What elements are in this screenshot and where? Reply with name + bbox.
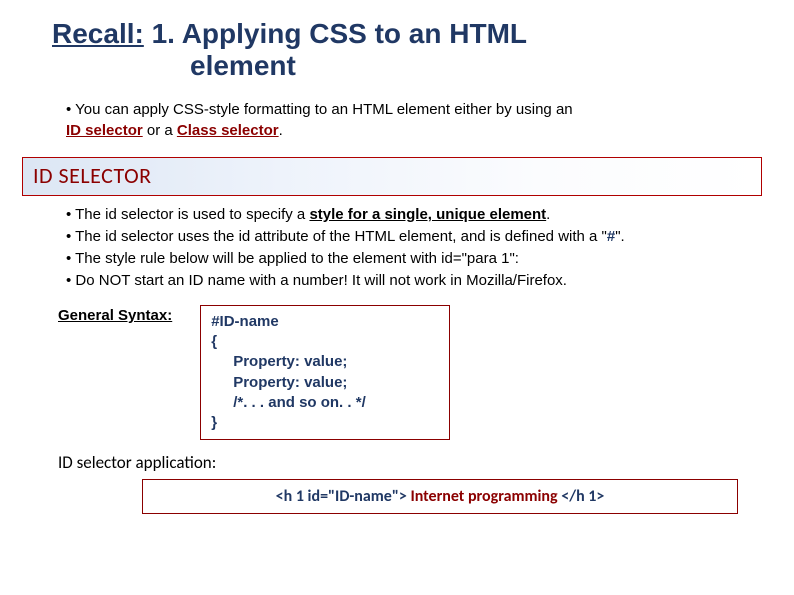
slide-content: Recall: 1. Applying CSS to an HTML eleme… [0, 0, 794, 532]
slide-title: Recall: 1. Applying CSS to an HTML eleme… [52, 18, 758, 82]
bullet-list: • The id selector is used to specify a s… [66, 204, 758, 291]
bullet-1: • The id selector is used to specify a s… [66, 204, 758, 225]
bullet-2: • The id selector uses the id attribute … [66, 226, 758, 247]
app-text: Internet programming [410, 487, 561, 506]
class-selector-emph: Class selector [177, 122, 279, 139]
bullet-4: • Do NOT start an ID name with a number!… [66, 270, 758, 291]
general-syntax-label: General Syntax: [58, 305, 172, 324]
app-tag-close: </h 1> [561, 487, 604, 506]
hash-symbol: # [607, 228, 615, 245]
syntax-line-5: /*. . . and so on. . */ [211, 393, 431, 413]
intro-mid: or a [143, 122, 177, 139]
syntax-line-1: #ID-name [211, 313, 279, 330]
intro-pre: • You can apply CSS-style formatting to … [66, 101, 573, 118]
application-label: ID selector application: [58, 452, 758, 473]
syntax-line-6: } [211, 414, 217, 431]
title-recall: Recall: [52, 18, 144, 49]
title-rest: 1. Applying CSS to an HTML [144, 18, 527, 49]
id-selector-emph: ID selector [66, 122, 143, 139]
syntax-line-2: { [211, 333, 217, 350]
application-box: <h 1 id="ID-name"> Internet programming … [142, 479, 738, 514]
app-tag-open: <h 1 id="ID-name"> [276, 487, 411, 506]
section-heading: ID SELECTOR [33, 162, 751, 189]
syntax-row: General Syntax: #ID-name { Property: val… [58, 305, 758, 441]
section-heading-box: ID SELECTOR [22, 157, 762, 196]
syntax-line-3: Property: value; [211, 352, 431, 372]
bullet-3: • The style rule below will be applied t… [66, 248, 758, 269]
title-line2: element [52, 50, 296, 81]
syntax-line-4: Property: value; [211, 373, 431, 393]
intro-paragraph: • You can apply CSS-style formatting to … [66, 100, 758, 141]
syntax-box: #ID-name { Property: value; Property: va… [200, 305, 450, 441]
bullet-1-underline: style for a single, unique element [309, 206, 546, 223]
intro-end: . [279, 122, 283, 139]
